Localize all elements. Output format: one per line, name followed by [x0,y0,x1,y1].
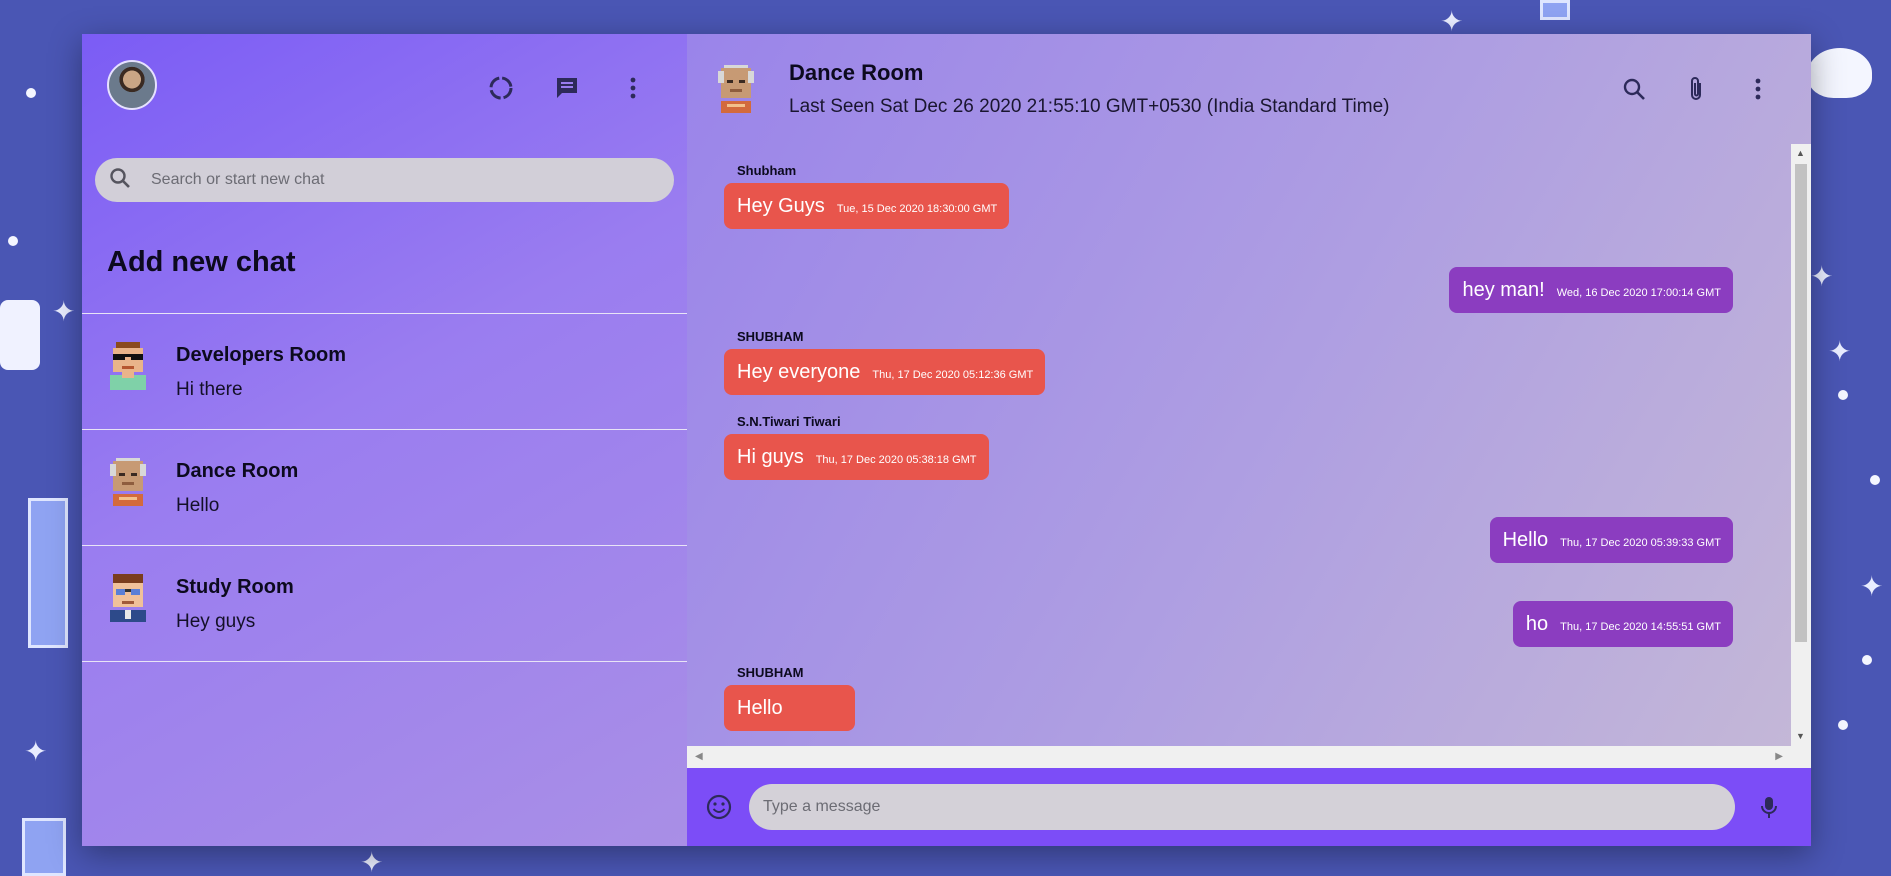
robot-figure [0,300,40,370]
wallpaper-dot [1870,475,1880,485]
last-seen-text: Last Seen Sat Dec 26 2020 21:55:10 GMT+0… [789,95,1390,117]
sidebar-header [82,34,687,136]
message-received: Shubham Hey Guys Tue, 15 Dec 2020 18:30:… [724,163,1733,229]
message-bubble[interactable]: hey man! Wed, 16 Dec 2020 17:00:14 GMT [1449,266,1733,313]
new-chat-icon[interactable] [553,74,581,102]
message-sent: ho Thu, 17 Dec 2020 14:55:51 GMT [724,600,1733,647]
scrollbar-thumb[interactable] [1795,163,1807,642]
message-text: Hi guys [737,445,804,468]
glasses-avatar-icon [110,574,146,622]
message-received: SHUBHAM Hey everyone Thu, 17 Dec 2020 05… [724,329,1733,395]
message-sent: Hello Thu, 17 Dec 2020 05:39:33 GMT [724,516,1733,563]
wallpaper-tile [28,498,68,648]
message-received: S.N.Tiwari Tiwari Hi guys Thu, 17 Dec 20… [724,414,1733,480]
message-sent: hey man! Wed, 16 Dec 2020 17:00:14 GMT [724,266,1733,313]
wallpaper-dot [26,88,36,98]
ghost-figure [1808,48,1872,98]
message-time: Thu, 17 Dec 2020 05:38:18 GMT [815,453,977,466]
search-icon [109,167,131,194]
user-avatar[interactable] [107,60,157,110]
sender-name: SHUBHAM [737,664,804,680]
message-bubble[interactable]: Hello [724,684,855,731]
bald-avatar-icon[interactable] [715,64,757,113]
message-bubble[interactable]: Hi guys Thu, 17 Dec 2020 05:38:18 GMT [724,433,989,480]
more-vert-icon[interactable] [1745,76,1771,102]
sender-name: Shubham [737,162,797,178]
message-time: Thu, 17 Dec 2020 05:39:33 GMT [1560,536,1721,549]
wallpaper-tile [22,818,66,876]
chat-name: Dance Room [176,460,299,482]
status-icon[interactable] [487,74,515,102]
sparkle-icon: ✦ [1828,336,1852,367]
wallpaper-dot [1838,390,1848,400]
search-bar [95,158,674,202]
sidebar-header-actions [487,74,647,102]
sparkle-icon: ✦ [24,736,48,767]
scroll-left-arrow-icon[interactable]: ◀ [695,751,703,762]
scroll-down-arrow-icon[interactable]: ▼ [1796,731,1805,741]
chat-item-dance-room[interactable]: Dance Room Hello [82,430,687,546]
whatsapp-clone-window: Add new chat Developers Room Hi there [82,34,1811,846]
chat-item-study-room[interactable]: Study Room Hey guys [82,546,687,662]
chat-header: Dance Room Last Seen Sat Dec 26 2020 21:… [687,34,1811,144]
message-bubble[interactable]: Hello Thu, 17 Dec 2020 05:39:33 GMT [1489,516,1733,563]
message-text: ho [1525,612,1549,635]
message-text: Hey Guys [737,194,825,217]
search-icon[interactable] [1621,76,1647,102]
wallpaper-dot [8,236,18,246]
scroll-right-arrow-icon[interactable]: ▶ [1775,751,1783,762]
chat-item-developers-room[interactable]: Developers Room Hi there [82,314,687,430]
bald-avatar-icon [110,458,146,506]
message-text: Hey everyone [737,360,861,383]
chat-last-message: Hello [176,495,220,516]
sparkle-icon: ✦ [1810,261,1834,292]
chat-item-text: Dance Room Hello [176,458,298,517]
message-composer [687,768,1811,846]
sparkle-icon: ✦ [1860,571,1884,602]
sparkle-icon: ✦ [360,847,384,876]
sunglasses-avatar-icon [110,342,146,390]
message-bubble[interactable]: Hey everyone Thu, 17 Dec 2020 05:12:36 G… [724,348,1046,395]
message-bubble[interactable]: Hey Guys Tue, 15 Dec 2020 18:30:00 GMT [724,182,1010,229]
wallpaper-dot [1838,720,1848,730]
message-time: Thu, 17 Dec 2020 14:55:51 GMT [1560,620,1721,633]
message-text: Hello [1502,528,1549,551]
chat-item-text: Study Room Hey guys [176,574,294,633]
chat-last-message: Hey guys [176,611,256,632]
emoji-icon[interactable] [705,793,733,821]
chat-header-actions [1621,76,1771,102]
attach-icon[interactable] [1683,76,1709,102]
message-text: hey man! [1462,278,1545,301]
message-received: SHUBHAM Hello [724,665,1733,731]
microphone-icon[interactable] [1755,793,1783,821]
sender-name: SHUBHAM [737,328,804,344]
message-bubble[interactable]: ho Thu, 17 Dec 2020 14:55:51 GMT [1512,600,1733,647]
chat-last-message: Hi there [176,379,243,400]
message-input[interactable] [749,784,1735,831]
wallpaper-dot [1862,655,1872,665]
chat-header-info: Dance Room Last Seen Sat Dec 26 2020 21:… [789,60,1389,118]
message-text: Hello [737,696,783,719]
sparkle-icon: ✦ [52,296,76,327]
message-time: Wed, 16 Dec 2020 17:00:14 GMT [1556,286,1721,299]
horizontal-scrollbar[interactable]: ◀ ▶ [687,746,1811,769]
search-input[interactable] [151,171,674,189]
chat-item-text: Developers Room Hi there [176,342,346,401]
scroll-up-arrow-icon[interactable]: ▲ [1796,148,1805,158]
sender-name: S.N.Tiwari Tiwari [737,413,841,429]
vertical-scrollbar[interactable]: ▲ ▼ [1791,143,1811,747]
message-area: Shubham Hey Guys Tue, 15 Dec 2020 18:30:… [687,143,1811,769]
chat-name: Study Room [176,576,294,598]
chat-title: Dance Room [789,59,924,85]
message-time: Thu, 17 Dec 2020 05:12:36 GMT [872,368,1034,381]
add-new-chat[interactable]: Add new chat [82,202,687,314]
sidebar: Add new chat Developers Room Hi there [82,34,687,846]
wallpaper-tile [1540,0,1570,20]
message-list: Shubham Hey Guys Tue, 15 Dec 2020 18:30:… [687,144,1791,747]
chat-pane: Dance Room Last Seen Sat Dec 26 2020 21:… [687,34,1811,846]
chat-name: Developers Room [176,344,347,366]
message-time: Tue, 15 Dec 2020 18:30:00 GMT [836,202,998,215]
more-vert-icon[interactable] [619,74,647,102]
